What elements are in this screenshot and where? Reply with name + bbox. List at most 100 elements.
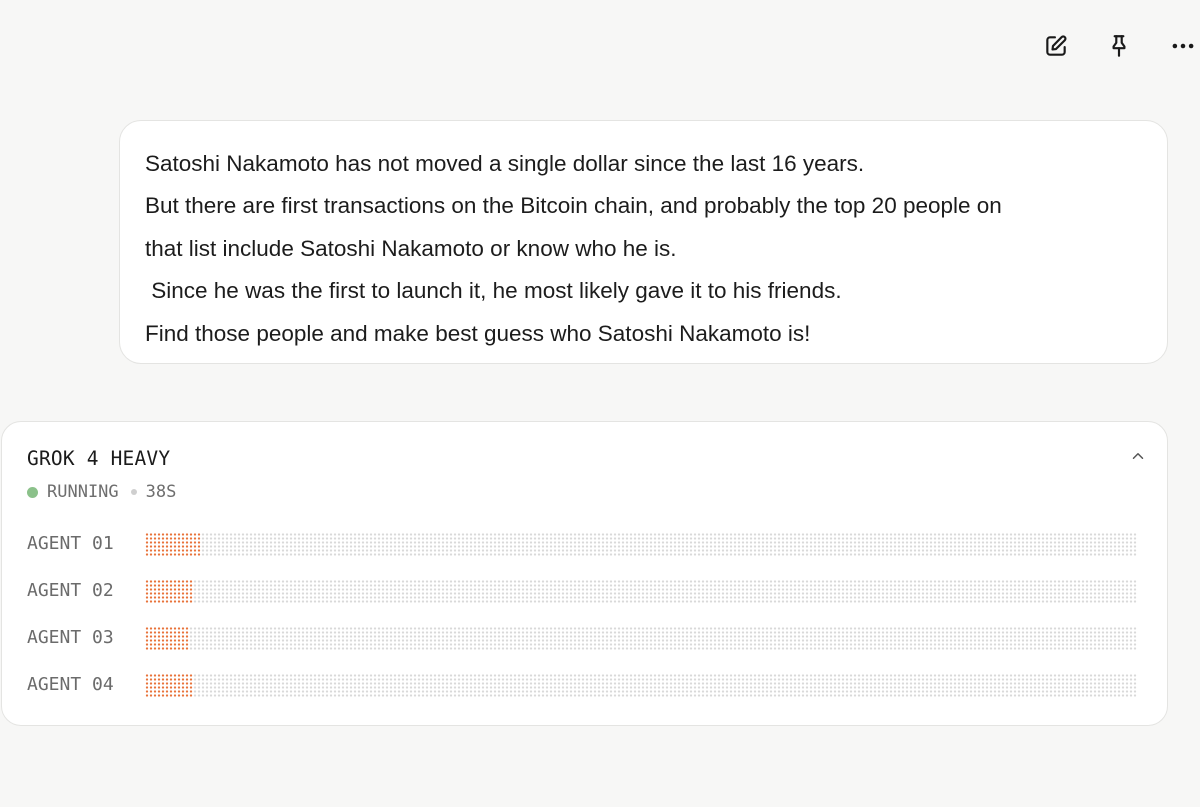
progress-dot-track <box>221 580 225 603</box>
progress-dot-track <box>301 627 305 650</box>
progress-dot-track <box>325 533 329 556</box>
progress-dot-track <box>865 627 869 650</box>
chevron-up-icon[interactable] <box>1126 444 1150 468</box>
progress-dot-track <box>1053 580 1057 603</box>
progress-dot-track <box>217 674 221 697</box>
progress-dot-track <box>365 533 369 556</box>
progress-dot-track <box>553 674 557 697</box>
progress-dot-track <box>701 580 705 603</box>
progress-dot-track <box>1045 533 1049 556</box>
progress-dot-track <box>509 627 513 650</box>
progress-dot-track <box>1133 627 1137 650</box>
status-label: RUNNING <box>47 482 119 502</box>
progress-dot-track <box>977 627 981 650</box>
progress-dot-track <box>1101 533 1105 556</box>
progress-dot-track <box>1021 580 1025 603</box>
progress-dot-track <box>573 533 577 556</box>
progress-dot-track <box>957 674 961 697</box>
progress-dot-track <box>833 674 837 697</box>
progress-dot-track <box>721 627 725 650</box>
progress-dot-track <box>229 533 233 556</box>
progress-dot-track <box>521 674 525 697</box>
progress-dot-track <box>1045 627 1049 650</box>
progress-dot-track <box>1001 627 1005 650</box>
edit-icon[interactable] <box>1040 30 1072 62</box>
progress-dot-track <box>985 580 989 603</box>
progress-dot-track <box>585 580 589 603</box>
progress-dot-track <box>853 533 857 556</box>
progress-dot-track <box>709 533 713 556</box>
progress-dot-track <box>381 580 385 603</box>
progress-dot-track <box>601 627 605 650</box>
progress-dot-track <box>885 580 889 603</box>
progress-dot-track <box>897 627 901 650</box>
progress-dot-track <box>745 580 749 603</box>
progress-dot-track <box>377 580 381 603</box>
progress-dot-track <box>493 674 497 697</box>
progress-dot-track <box>893 627 897 650</box>
progress-dot-track <box>265 533 269 556</box>
progress-dot-track <box>557 674 561 697</box>
progress-dot-track <box>997 627 1001 650</box>
progress-dot-track <box>297 627 301 650</box>
progress-dot-track <box>593 533 597 556</box>
progress-dot-track <box>1069 580 1073 603</box>
progress-dot-track <box>961 627 965 650</box>
progress-dot-track <box>337 674 341 697</box>
progress-dot-track <box>797 580 801 603</box>
progress-dot-track <box>969 533 973 556</box>
progress-dot-track <box>685 674 689 697</box>
agent-progress-bar <box>145 626 1141 652</box>
progress-dot-track <box>1081 674 1085 697</box>
progress-dot-track <box>541 533 545 556</box>
progress-dot-track <box>249 627 253 650</box>
progress-dot-track <box>497 627 501 650</box>
progress-dot-track <box>1021 674 1025 697</box>
progress-dot-track <box>877 580 881 603</box>
progress-dot-track <box>473 533 477 556</box>
progress-dot-track <box>889 627 893 650</box>
progress-dot-track <box>821 580 825 603</box>
progress-dot-track <box>281 533 285 556</box>
progress-dot-track <box>777 533 781 556</box>
progress-dot-track <box>917 533 921 556</box>
progress-dot-track <box>1129 627 1133 650</box>
progress-dot-track <box>501 533 505 556</box>
pin-icon[interactable] <box>1103 30 1135 62</box>
progress-dot-track <box>625 674 629 697</box>
progress-dot-track <box>533 674 537 697</box>
progress-dot-track <box>597 533 601 556</box>
progress-dot-track <box>1125 533 1129 556</box>
progress-dot-filled <box>189 533 193 556</box>
progress-dot-track <box>345 674 349 697</box>
progress-dot-track <box>1117 627 1121 650</box>
progress-dot-track <box>861 627 865 650</box>
progress-dot-filled <box>189 580 193 603</box>
progress-dot-track <box>349 627 353 650</box>
progress-dot-track <box>709 674 713 697</box>
progress-dot-track <box>613 674 617 697</box>
progress-dot-track <box>717 580 721 603</box>
message-line: But there are first transactions on the … <box>145 193 1002 219</box>
progress-dot-track <box>1057 533 1061 556</box>
progress-dot-track <box>365 674 369 697</box>
progress-dot-track <box>269 674 273 697</box>
agent-label: AGENT 04 <box>27 674 114 695</box>
progress-dot-track <box>445 627 449 650</box>
progress-dot-track <box>609 580 613 603</box>
progress-dot-track <box>537 580 541 603</box>
progress-dot-track <box>409 533 413 556</box>
progress-dot-track <box>477 580 481 603</box>
progress-dot-track <box>281 627 285 650</box>
progress-dot-filled <box>185 674 189 697</box>
progress-dot-track <box>729 533 733 556</box>
progress-dot-filled <box>169 674 173 697</box>
progress-dot-track <box>629 627 633 650</box>
more-icon[interactable] <box>1167 30 1199 62</box>
progress-dot-track <box>221 674 225 697</box>
progress-dot-track <box>569 674 573 697</box>
progress-dot-track <box>265 674 269 697</box>
progress-dot-track <box>257 627 261 650</box>
progress-dot-track <box>805 580 809 603</box>
progress-dot-track <box>281 674 285 697</box>
